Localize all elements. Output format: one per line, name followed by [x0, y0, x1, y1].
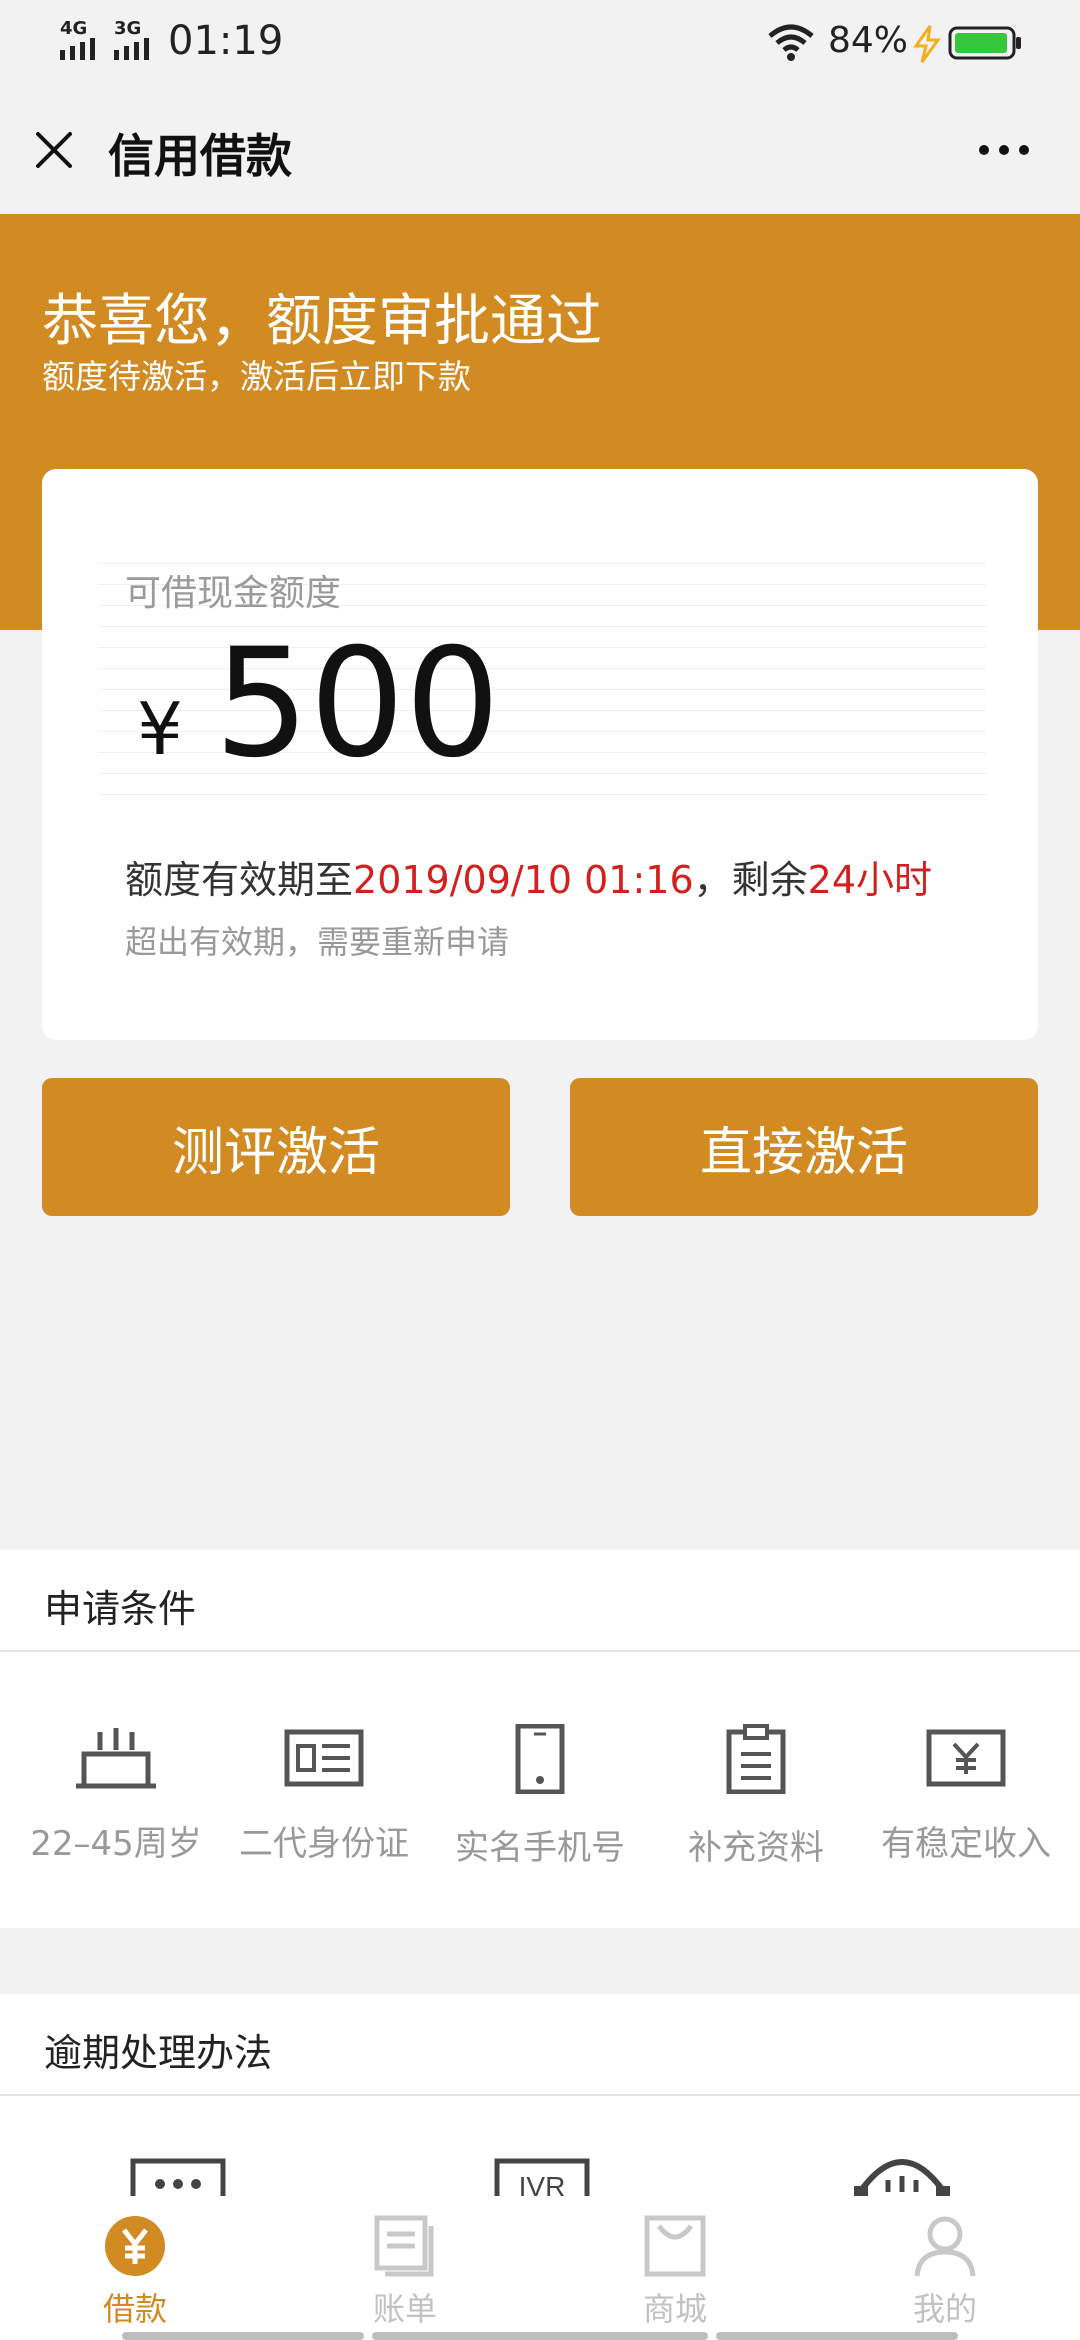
status-time: 01:19 — [168, 18, 284, 64]
yen-circle-icon — [105, 2216, 165, 2276]
overdue-title: 逾期处理办法 — [44, 2031, 273, 2075]
page-title: 信用借款 — [108, 129, 292, 183]
validity-date: 2019/09/10 01:16 — [353, 858, 694, 902]
condition-label-income: 有稳定收入 — [881, 1824, 1051, 1864]
shopping-bag-icon — [644, 2215, 706, 2277]
tab-label-mall: 商城 — [642, 2290, 707, 2328]
conditions-header: 申请条件 — [0, 1550, 1080, 1652]
close-icon[interactable] — [32, 128, 76, 172]
bottom-tab-bar: 借款 账单 商城 我的 — [0, 2196, 1080, 2340]
network-4g-label: 4G — [60, 18, 88, 39]
tab-mine[interactable]: 我的 — [810, 2214, 1080, 2330]
validity-text: 额度有效期至2019/09/10 01:16，剩余24小时 — [125, 849, 932, 904]
signal-icon-2 — [114, 38, 149, 60]
message-icon — [130, 2158, 226, 2198]
condition-label-docs: 补充资料 — [688, 1828, 824, 1868]
overdue-header: 逾期处理办法 — [0, 1994, 1080, 2096]
condition-item-age: 22–45周岁 — [8, 1724, 224, 1865]
clipboard-icon — [726, 1724, 786, 1794]
approval-subtitle: 额度待激活，激活后立即下款 — [42, 357, 471, 396]
yen-bill-icon — [926, 1729, 1006, 1787]
headset-icon — [854, 2159, 950, 2198]
bill-icon — [374, 2215, 434, 2277]
network-3g-label: 3G — [114, 18, 142, 39]
user-icon — [914, 2216, 976, 2277]
approval-title: 恭喜您，额度审批通过 — [42, 289, 602, 354]
tab-loan[interactable]: 借款 — [0, 2214, 270, 2330]
condition-label-id: 二代身份证 — [239, 1824, 409, 1864]
condition-item-docs: 补充资料 — [648, 1724, 864, 1869]
home-indicator-segment — [122, 2332, 364, 2340]
condition-label-age: 22–45周岁 — [30, 1824, 202, 1864]
direct-activate-button[interactable]: 直接激活 — [570, 1078, 1038, 1216]
conditions-title: 申请条件 — [44, 1587, 197, 1631]
credit-limit-card: 可借现金额度 ¥ 500 额度有效期至2019/09/10 01:16，剩余24… — [42, 469, 1038, 1040]
battery-icon — [948, 26, 1021, 60]
condition-item-income: 有稳定收入 — [858, 1724, 1074, 1865]
status-bar: 4G 3G 01:19 84% — [0, 0, 1080, 84]
ivr-text: IVR — [519, 2171, 566, 2198]
signal-icon — [60, 38, 95, 60]
cake-icon — [76, 1728, 156, 1789]
wifi-icon — [768, 24, 814, 61]
evaluate-activate-button[interactable]: 测评激活 — [42, 1078, 510, 1216]
more-dots-icon[interactable] — [976, 142, 1032, 158]
phone-icon — [515, 1724, 565, 1794]
home-indicator-segment — [372, 2332, 708, 2340]
validity-prefix: 额度有效期至 — [125, 858, 354, 902]
validity-remaining: 24小时 — [807, 858, 932, 902]
credit-limit-label: 可借现金额度 — [125, 573, 342, 614]
credit-amount: 500 — [214, 617, 501, 791]
validity-mid: ，剩余 — [693, 858, 808, 902]
battery-percent: 84% — [828, 20, 909, 61]
currency-symbol: ¥ — [137, 687, 183, 771]
expiry-note: 超出有效期，需要重新申请 — [125, 923, 510, 961]
tab-mall[interactable]: 商城 — [540, 2214, 810, 2330]
conditions-list: 22–45周岁 二代身份证 实名手机号 补充资料 有稳定收入 — [0, 1652, 1080, 1928]
home-indicator-segment — [716, 2332, 958, 2340]
id-card-icon — [284, 1729, 364, 1787]
tab-label-loan: 借款 — [102, 2290, 167, 2328]
charging-icon — [913, 25, 941, 63]
tab-label-bill: 账单 — [372, 2290, 437, 2328]
condition-item-phone: 实名手机号 — [432, 1724, 648, 1869]
tab-bill[interactable]: 账单 — [270, 2214, 540, 2330]
condition-label-phone: 实名手机号 — [455, 1828, 625, 1868]
tab-label-mine: 我的 — [912, 2290, 977, 2328]
ivr-icon: IVR — [494, 2158, 590, 2198]
nav-bar: 信用借款 — [0, 84, 1080, 215]
condition-item-id: 二代身份证 — [216, 1724, 432, 1865]
